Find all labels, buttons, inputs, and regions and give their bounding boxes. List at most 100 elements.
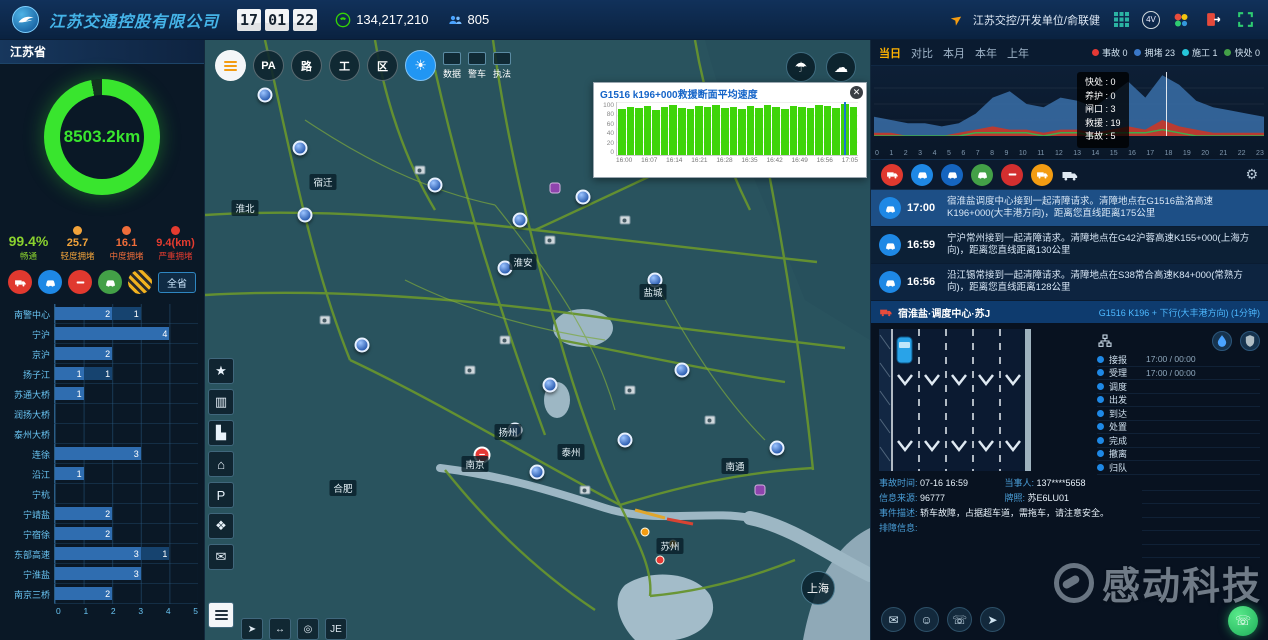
map-tool-weather[interactable]: ☀ <box>405 50 436 81</box>
popup-close-icon[interactable]: ✕ <box>850 86 863 99</box>
legend-item[interactable]: 拥堵 23 <box>1134 46 1175 59</box>
all-province-button[interactable]: 全省 <box>158 272 196 293</box>
smile-icon[interactable]: ☺ <box>914 607 939 632</box>
map-menu-button[interactable] <box>208 602 234 628</box>
patrol-person-icon[interactable] <box>755 485 766 496</box>
camera-icon[interactable] <box>625 386 636 395</box>
status-dots-icon[interactable] <box>1170 9 1192 31</box>
bar-segment[interactable]: 1 <box>112 307 141 320</box>
map-tool-roadwork[interactable]: 工 <box>329 50 360 81</box>
map-marker-icon[interactable] <box>355 338 370 353</box>
bar-segment[interactable]: 1 <box>55 387 84 400</box>
bar-segment[interactable]: 2 <box>55 527 112 540</box>
map-marker-icon[interactable] <box>258 88 273 103</box>
tab-本年[interactable]: 本年 <box>975 45 997 61</box>
tool-message-icon[interactable]: ✉ <box>208 544 234 570</box>
truck-filter-icon[interactable] <box>8 270 32 294</box>
call-button[interactable]: ☏ <box>1228 606 1258 636</box>
send-icon[interactable]: ➤ <box>980 607 1005 632</box>
bar-segment[interactable]: 1 <box>55 467 84 480</box>
timeline-row[interactable]: 归队 <box>1097 461 1260 475</box>
timeline-row[interactable]: 到达 <box>1097 407 1260 421</box>
event-row[interactable]: 16:59宁沪常州接到一起清障请求。清障地点在G42沪蓉高速K155+000(上… <box>871 227 1268 264</box>
bar-segment[interactable]: 2 <box>55 347 112 360</box>
weather-rain-icon[interactable]: ☂ <box>786 52 816 82</box>
mini-locate-icon[interactable]: ◎ <box>297 618 319 640</box>
map-layer-toggle-police-car[interactable]: 警车 <box>468 52 486 80</box>
tool-layers-icon[interactable]: ❖ <box>208 513 234 539</box>
map-tool-parking[interactable]: PA <box>253 50 284 81</box>
map-marker-icon[interactable] <box>543 378 558 393</box>
org-chart-icon[interactable] <box>1097 333 1113 349</box>
tool-bar-chart-icon[interactable]: ▥ <box>208 389 234 415</box>
map-marker-icon[interactable] <box>530 465 545 480</box>
camera-icon[interactable] <box>705 416 716 425</box>
map-layer-toggle-data[interactable]: 数据 <box>443 52 461 80</box>
car-filter-icon[interactable] <box>941 164 963 186</box>
timeline-row[interactable]: 受理17:00 / 00:00 <box>1097 367 1260 381</box>
bar-segment[interactable]: 4 <box>55 327 169 340</box>
phone-icon[interactable]: ☏ <box>947 607 972 632</box>
timeline-row[interactable]: 撤离 <box>1097 448 1260 462</box>
tab-上年[interactable]: 上年 <box>1007 45 1029 61</box>
shield-icon[interactable] <box>1240 331 1260 351</box>
car-filter-icon[interactable] <box>971 164 993 186</box>
bar-segment[interactable]: 3 <box>55 547 141 560</box>
tool-favorites-icon[interactable]: ★ <box>208 358 234 384</box>
patrol-person-icon[interactable] <box>550 183 561 194</box>
legend-item[interactable]: 快处 0 <box>1224 46 1260 59</box>
exit-icon[interactable] <box>1202 9 1224 31</box>
construction-filter-icon[interactable] <box>128 270 152 294</box>
tab-当日[interactable]: 当日 <box>879 45 901 61</box>
timeline-row[interactable]: 调度 <box>1097 380 1260 394</box>
bar-segment[interactable]: 2 <box>55 587 112 600</box>
car-filter-icon[interactable] <box>38 270 62 294</box>
map-marker-icon[interactable] <box>618 433 633 448</box>
tab-对比[interactable]: 对比 <box>911 45 933 61</box>
event-row[interactable]: 17:00宿淮盐调度中心接到一起清障请求。清障地点在G1516盐洛高速K196+… <box>871 190 1268 227</box>
user-breadcrumb[interactable]: 江苏交控/开发单位/俞联健 <box>973 12 1100 28</box>
timeline-row[interactable]: 处置 <box>1097 421 1260 435</box>
tool-parking-icon[interactable]: P <box>208 482 234 508</box>
mini-brand-icon[interactable]: JE <box>325 618 347 640</box>
tab-本月[interactable]: 本月 <box>943 45 965 61</box>
camera-icon[interactable] <box>500 336 511 345</box>
bar-segment[interactable]: 1 <box>55 367 84 380</box>
accident-event-icon[interactable] <box>656 556 665 565</box>
event-row[interactable]: 16:56沿江锡常接到一起清障请求。清障地点在S38常合高速K84+000(常熟… <box>871 264 1268 301</box>
minus-filter-icon[interactable] <box>68 270 92 294</box>
legend-item[interactable]: 事故 0 <box>1092 46 1128 59</box>
timeline-row[interactable]: 完成 <box>1097 434 1260 448</box>
droplet-icon[interactable] <box>1212 331 1232 351</box>
map-layer-toggle-enforcement[interactable]: 执法 <box>493 52 511 80</box>
4v-badge[interactable]: 4V <box>1142 11 1160 29</box>
weather-cloud-icon[interactable]: ☁ <box>826 52 856 82</box>
tool-home-icon[interactable]: ⌂ <box>208 451 234 477</box>
bar-segment[interactable]: 1 <box>84 367 113 380</box>
map-marker-icon[interactable] <box>576 190 591 205</box>
legend-item[interactable]: 施工 1 <box>1182 46 1218 59</box>
apps-grid-icon[interactable] <box>1110 9 1132 31</box>
timeline-row[interactable]: 出发 <box>1097 394 1260 408</box>
map-tool-district[interactable]: 区 <box>367 50 398 81</box>
camera-icon[interactable] <box>580 486 591 495</box>
timeline-row[interactable]: 接报17:00 / 00:00 <box>1097 353 1260 367</box>
map-tool-menu[interactable] <box>215 50 246 81</box>
mini-cursor-icon[interactable]: ➤ <box>241 618 263 640</box>
map-marker-icon[interactable] <box>298 208 313 223</box>
bar-segment[interactable]: 2 <box>55 507 112 520</box>
tool-column-chart-icon[interactable]: ▙ <box>208 420 234 446</box>
camera-icon[interactable] <box>465 366 476 375</box>
camera-icon[interactable] <box>545 236 556 245</box>
map-marker-icon[interactable] <box>293 141 308 156</box>
mini-measure-icon[interactable]: ↔ <box>269 618 291 640</box>
camera-icon[interactable] <box>415 166 426 175</box>
map-tool-road-monitor[interactable]: 路 <box>291 50 322 81</box>
truck-filter-icon[interactable] <box>881 164 903 186</box>
dispatch-road-info[interactable]: G1516 K196 + 下行(大丰港方向) <box>1099 308 1229 318</box>
message-icon[interactable]: ✉ <box>881 607 906 632</box>
province-map[interactable]: –淮北宿迁淮安盐城扬州南京合肥泰州南通苏州 PA路工区☀数据警车执法 ☂☁ ★▥… <box>205 40 870 640</box>
shanghai-button[interactable]: 上海 <box>801 571 835 605</box>
rescue-truck-icon[interactable] <box>1061 166 1079 184</box>
bar-segment[interactable]: 1 <box>141 547 170 560</box>
